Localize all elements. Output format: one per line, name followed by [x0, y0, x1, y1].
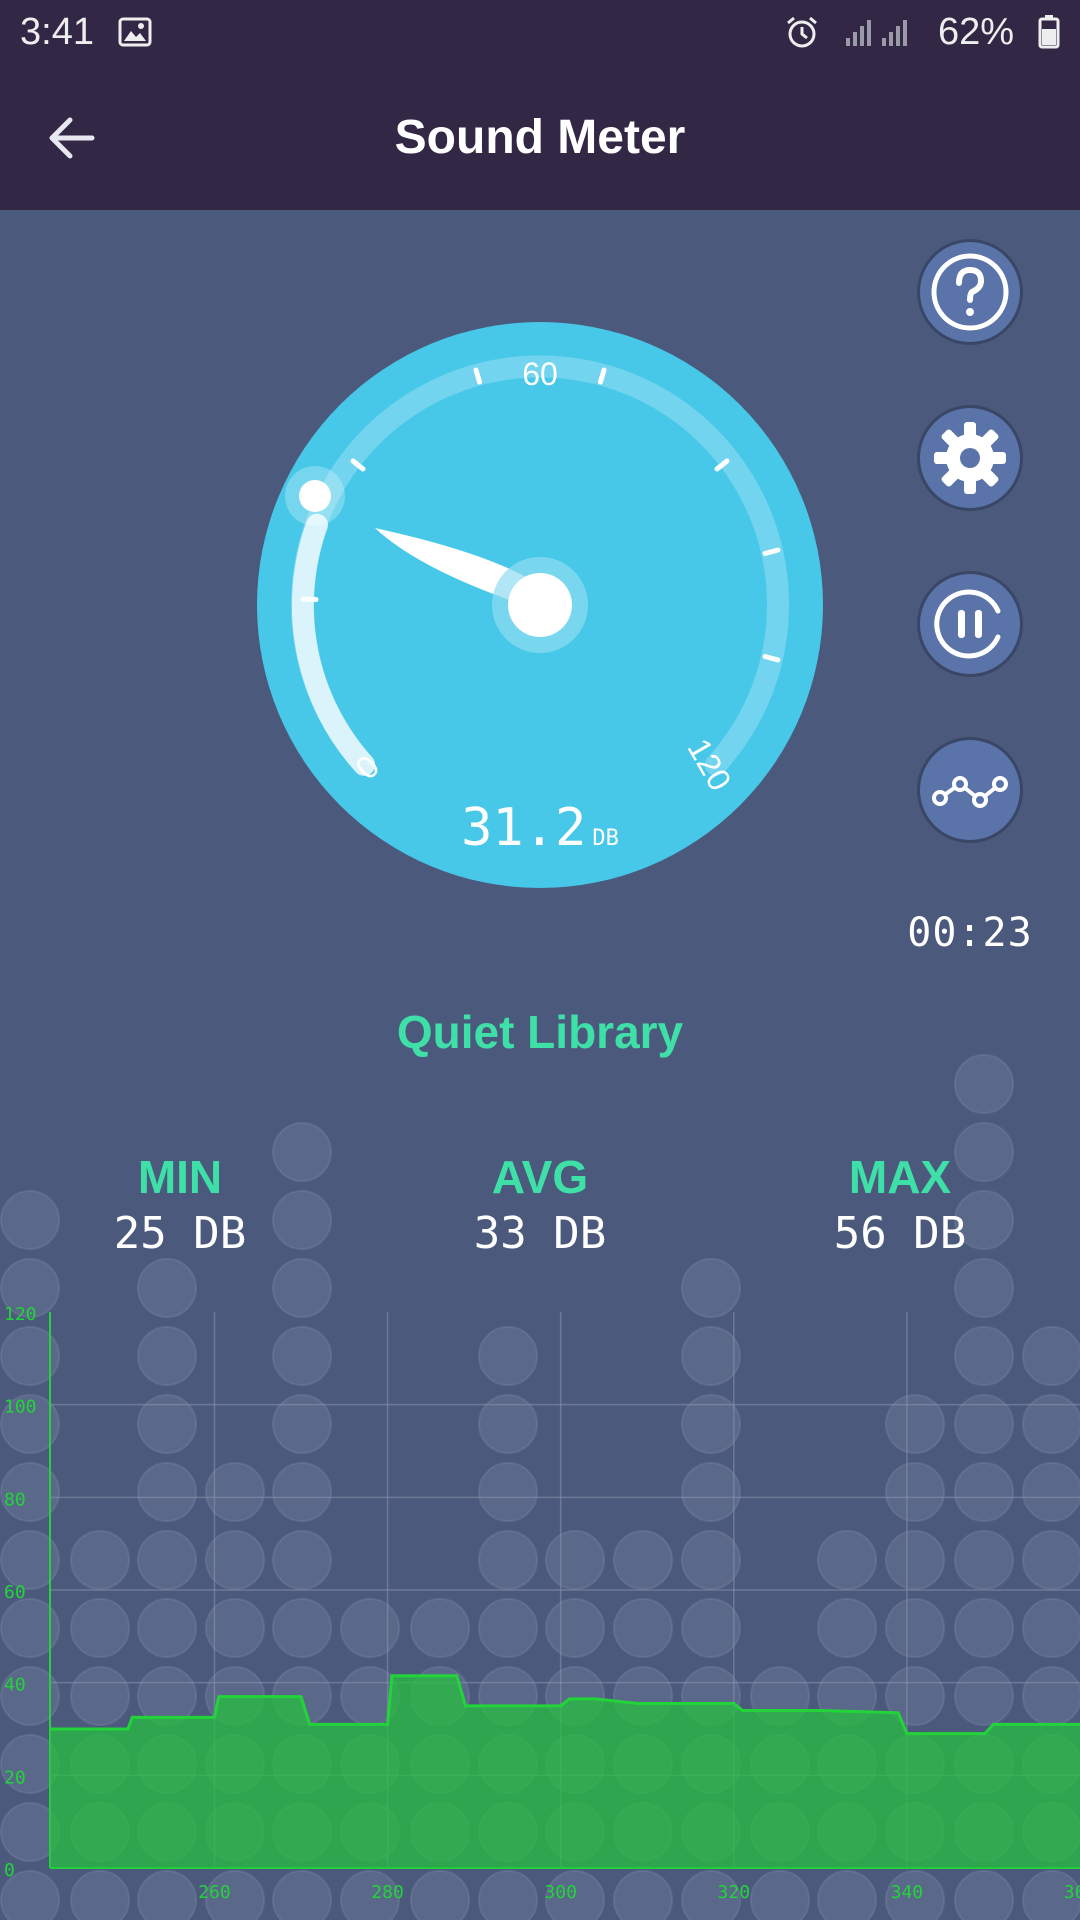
avg-label: AVG: [491, 1151, 589, 1203]
page-title: Sound Meter: [394, 110, 686, 164]
gear-icon: [934, 422, 1006, 494]
bubble: [954, 1054, 1014, 1114]
status-bar-left: 3:41: [20, 11, 152, 54]
bubble: [0, 1190, 60, 1250]
data-point: [386, 1723, 389, 1726]
data-point: [213, 1716, 216, 1719]
data-point: [131, 1716, 134, 1719]
line-graph-icon: [932, 776, 1008, 808]
data-point: [300, 1695, 302, 1698]
x-tick-label: 360: [1064, 1882, 1080, 1903]
data-point: [456, 1674, 458, 1677]
data-point: [594, 1698, 597, 1700]
help-button[interactable]: [920, 242, 1020, 342]
data-point: [412, 1674, 415, 1677]
avg-value: 33 DB: [473, 1208, 607, 1259]
sound-gauge: 60 0 120 31.2 DB: [257, 322, 823, 888]
data-point: [217, 1695, 220, 1698]
y-tick-label: 100: [4, 1397, 37, 1418]
gauge-tick-label-60: 60: [522, 356, 558, 392]
max-label: MAX: [848, 1151, 952, 1203]
battery-icon: [1038, 15, 1060, 49]
data-point: [127, 1728, 129, 1730]
y-tick-label: 80: [4, 1489, 26, 1510]
decibel-history-chart: 120 100 80 60 40 20 0 260 280 300 320 340 360: [4, 1304, 1080, 1903]
data-point: [391, 1674, 393, 1677]
min-value: 25 DB: [113, 1208, 247, 1259]
y-tick-label: 120: [4, 1304, 37, 1325]
avg-stat: AVG 33 DB: [420, 1150, 660, 1259]
gauge-reading-value: 31.2: [461, 798, 586, 858]
history-button[interactable]: [920, 740, 1020, 840]
min-label: MIN: [137, 1151, 223, 1203]
data-point: [732, 1702, 735, 1705]
pause-icon: [934, 589, 1001, 659]
x-tick-label: 320: [718, 1882, 751, 1903]
app-toolbar: Sound Meter: [0, 64, 1080, 210]
data-point: [819, 1709, 822, 1712]
data-point: [992, 1723, 995, 1726]
clock: 3:41: [20, 10, 94, 53]
gauge-reading-unit: DB: [592, 826, 619, 851]
data-point: [559, 1705, 562, 1707]
data-point: [897, 1711, 900, 1714]
arrow-left-icon: [49, 117, 95, 159]
min-stat: MIN 25 DB: [60, 1150, 300, 1259]
gauge-indicator-dot-core: [299, 480, 331, 512]
y-tick-label: 60: [4, 1582, 26, 1603]
status-bar: 3:41 62%: [0, 0, 1080, 64]
max-value: 56 DB: [833, 1208, 967, 1259]
back-button[interactable]: [42, 108, 102, 168]
elapsed-timer: 00:23: [907, 910, 1033, 956]
noise-level-label: Quiet Library: [396, 1006, 684, 1058]
y-tick-label: 20: [4, 1767, 26, 1788]
data-point: [983, 1732, 986, 1735]
pause-button[interactable]: [920, 574, 1020, 674]
data-point: [906, 1732, 908, 1735]
data-point: [741, 1709, 744, 1712]
image-notification-icon: [118, 17, 152, 47]
decibel-area: [50, 1675, 1080, 1868]
data-point: [308, 1723, 311, 1726]
main-content: 60 0 120 31.2 DB 00:23 Quiet Library MIN…: [0, 210, 1080, 1920]
data-point: [637, 1702, 640, 1705]
data-point: [568, 1698, 571, 1700]
data-point: [49, 1728, 51, 1730]
data-point: [464, 1705, 467, 1707]
signal-icon: [845, 20, 907, 46]
settings-button[interactable]: [920, 408, 1020, 508]
x-tick-label: 280: [371, 1882, 404, 1903]
status-bar-right: 62%: [784, 11, 1060, 54]
battery-percent: 62%: [937, 10, 1014, 53]
x-tick-label: 260: [198, 1882, 231, 1903]
x-tick-label: 300: [544, 1882, 577, 1903]
max-stat: MAX 56 DB: [780, 1150, 1020, 1259]
x-tick-label: 340: [891, 1882, 924, 1903]
y-tick-label: 0: [4, 1860, 15, 1881]
y-tick-label: 40: [4, 1675, 26, 1696]
question-icon: [931, 253, 1009, 331]
alarm-icon: [786, 16, 817, 48]
